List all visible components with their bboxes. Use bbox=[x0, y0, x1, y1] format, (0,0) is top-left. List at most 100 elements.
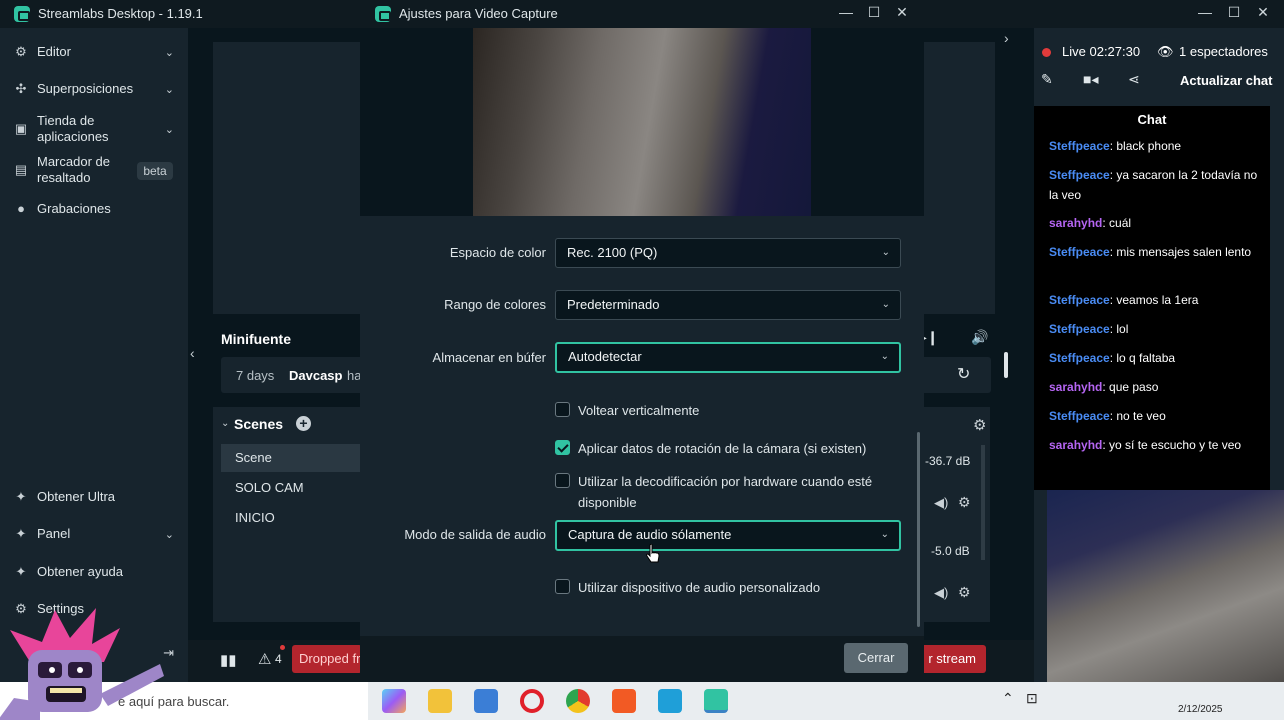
apply-rotation-checkbox[interactable]: Aplicar datos de rotación de la cámara (… bbox=[555, 438, 901, 459]
audio-output-select[interactable]: Captura de audio sólamente ⌄ bbox=[555, 520, 901, 551]
checkbox[interactable] bbox=[555, 579, 570, 594]
add-scene-icon[interactable]: + bbox=[296, 416, 311, 431]
sidebar-item-overlays[interactable]: ✣ Superposiciones ⌄ bbox=[0, 73, 188, 105]
chat-username[interactable]: sarahyhd bbox=[1049, 438, 1102, 452]
chevron-down-icon: ⌄ bbox=[880, 351, 889, 362]
store-icon[interactable] bbox=[474, 689, 498, 713]
share-icon[interactable]: ⋖ bbox=[1128, 71, 1140, 88]
opera-icon[interactable] bbox=[520, 689, 544, 713]
dialog-body bbox=[360, 216, 924, 636]
webcam-feed bbox=[1047, 490, 1284, 710]
alert-dot bbox=[280, 645, 285, 650]
chat-message: Steffpeace: no te veo bbox=[1049, 406, 1261, 426]
dialog-scrollbar[interactable] bbox=[917, 432, 920, 627]
checkbox[interactable] bbox=[555, 440, 570, 455]
taskbar-date: 2/12/2025 bbox=[1178, 704, 1223, 715]
file-explorer-icon[interactable] bbox=[428, 689, 452, 713]
network-icon[interactable]: ⊡ bbox=[1026, 690, 1038, 707]
sidebar-item-label: Panel bbox=[37, 526, 71, 541]
close-button[interactable]: Cerrar bbox=[844, 643, 908, 673]
sidebar-item-editor[interactable]: ⚙ Editor ⌄ bbox=[0, 36, 188, 68]
hardware-decoding-checkbox[interactable]: Utilizar la decodificación por hardware … bbox=[555, 471, 901, 513]
gear-icon[interactable]: ⚙ bbox=[958, 494, 971, 511]
sidebar-item-app-store[interactable]: ▣ Tienda de aplicaciones ⌄ bbox=[0, 112, 188, 146]
sidebar-item-label: Obtener ayuda bbox=[37, 564, 124, 579]
help-icon: ✦ bbox=[15, 564, 27, 579]
close-icon[interactable]: ✕ bbox=[892, 4, 912, 21]
chat-username[interactable]: Steffpeace bbox=[1049, 139, 1110, 153]
chat-username[interactable]: Steffpeace bbox=[1049, 322, 1110, 336]
close-icon[interactable]: ✕ bbox=[1253, 4, 1273, 21]
sidebar-item-panel[interactable]: ✦ Panel ⌄ bbox=[0, 518, 188, 550]
scene-item[interactable]: INICIO bbox=[221, 504, 361, 532]
volume-icon[interactable]: 🔊 bbox=[971, 329, 988, 346]
copilot-icon[interactable] bbox=[382, 689, 406, 713]
buffering-select[interactable]: Autodetectar ⌄ bbox=[555, 342, 901, 373]
alert-icon[interactable]: ⚠ bbox=[258, 650, 271, 668]
chevron-down-icon: ⌄ bbox=[880, 529, 889, 540]
chat-username[interactable]: Steffpeace bbox=[1049, 293, 1110, 307]
mouse-cursor-icon bbox=[646, 544, 660, 563]
mixer-panel bbox=[920, 407, 990, 622]
chevron-right-icon[interactable]: › bbox=[1004, 30, 1009, 46]
chevron-down-icon[interactable]: ⌄ bbox=[165, 528, 174, 541]
brave-icon[interactable] bbox=[612, 689, 636, 713]
chrome-icon[interactable] bbox=[566, 689, 590, 713]
chevron-left-icon[interactable]: ‹ bbox=[190, 345, 195, 361]
mixer-settings-icon[interactable]: ⚙ bbox=[973, 416, 986, 434]
refresh-icon[interactable]: ↻ bbox=[957, 364, 970, 384]
audio-output-label: Modo de salida de audio bbox=[404, 527, 546, 542]
chevron-up-icon[interactable]: ⌃ bbox=[1002, 690, 1014, 707]
color-range-select[interactable]: Predeterminado ⌄ bbox=[555, 290, 901, 320]
gear-icon[interactable]: ⚙ bbox=[958, 584, 971, 601]
color-space-select[interactable]: Rec. 2100 (PQ) ⌄ bbox=[555, 238, 901, 268]
editor-scrollbar[interactable] bbox=[1004, 352, 1008, 378]
chat-username[interactable]: sarahyhd bbox=[1049, 380, 1102, 394]
chat-message: sarahyhd: cuál bbox=[1049, 213, 1261, 233]
chat-username[interactable]: Steffpeace bbox=[1049, 245, 1110, 259]
avatar-sticker-image bbox=[0, 608, 164, 720]
chat-message: sarahyhd: que paso bbox=[1049, 377, 1261, 397]
chevron-down-icon[interactable]: ⌄ bbox=[165, 46, 174, 59]
sidebar-item-recordings[interactable]: ● Grabaciones bbox=[0, 193, 188, 225]
stats-icon[interactable]: ▮▮ bbox=[220, 651, 237, 669]
streamlabs-logo-icon bbox=[375, 6, 391, 22]
camera-icon[interactable]: ■◂ bbox=[1083, 71, 1098, 88]
flip-vertical-checkbox[interactable]: Voltear verticalmente bbox=[555, 400, 901, 421]
streamlabs-icon[interactable] bbox=[704, 689, 728, 713]
checkbox[interactable] bbox=[555, 473, 570, 488]
chat-username[interactable]: Steffpeace bbox=[1049, 168, 1110, 182]
speaker-icon[interactable]: ◀) bbox=[934, 495, 948, 511]
chat-username[interactable]: sarahyhd bbox=[1049, 216, 1102, 230]
chevron-down-icon[interactable]: ⌄ bbox=[165, 123, 174, 136]
checkbox[interactable] bbox=[555, 402, 570, 417]
teams-icon[interactable] bbox=[658, 689, 682, 713]
chat-text: : black phone bbox=[1109, 139, 1182, 153]
scene-item[interactable]: Scene bbox=[221, 444, 361, 472]
go-live-button[interactable]: r stream bbox=[920, 645, 986, 673]
chat-message: Steffpeace: lo q faltaba bbox=[1049, 348, 1261, 368]
chevron-down-icon[interactable]: ⌄ bbox=[221, 418, 229, 429]
scene-item[interactable]: SOLO CAM bbox=[221, 474, 361, 502]
pencil-icon[interactable]: ✎ bbox=[1041, 71, 1053, 88]
mixer-scrollbar[interactable] bbox=[981, 445, 985, 560]
speaker-icon[interactable]: ◀) bbox=[934, 585, 948, 601]
chat-username[interactable]: Steffpeace bbox=[1049, 409, 1110, 423]
sidebar-item-get-ultra[interactable]: ✦ Obtener Ultra bbox=[0, 481, 188, 513]
chat-username[interactable]: Steffpeace bbox=[1049, 351, 1110, 365]
custom-audio-device-checkbox[interactable]: Utilizar dispositivo de audio personaliz… bbox=[555, 577, 901, 598]
chat-message: sarahyhd: yo sí te escucho y te veo bbox=[1049, 435, 1261, 455]
minimize-icon[interactable]: — bbox=[1195, 4, 1215, 20]
maximize-icon[interactable]: ☐ bbox=[1224, 4, 1244, 21]
sidebar-item-label: Marcador de resaltado bbox=[37, 154, 110, 185]
maximize-icon[interactable]: ☐ bbox=[864, 4, 884, 21]
live-status: Live 02:27:30 bbox=[1062, 44, 1140, 59]
sidebar-item-help[interactable]: ✦ Obtener ayuda bbox=[0, 556, 188, 588]
chevron-down-icon: ⌄ bbox=[881, 247, 890, 258]
update-chat-button[interactable]: Actualizar chat bbox=[1180, 73, 1272, 88]
dialog-title: Ajustes para Video Capture bbox=[399, 6, 558, 21]
minimize-icon[interactable]: — bbox=[836, 4, 856, 20]
ticker-user: Davcasp bbox=[289, 368, 343, 383]
chevron-down-icon[interactable]: ⌄ bbox=[165, 83, 174, 96]
color-range-label: Rango de colores bbox=[444, 297, 546, 312]
